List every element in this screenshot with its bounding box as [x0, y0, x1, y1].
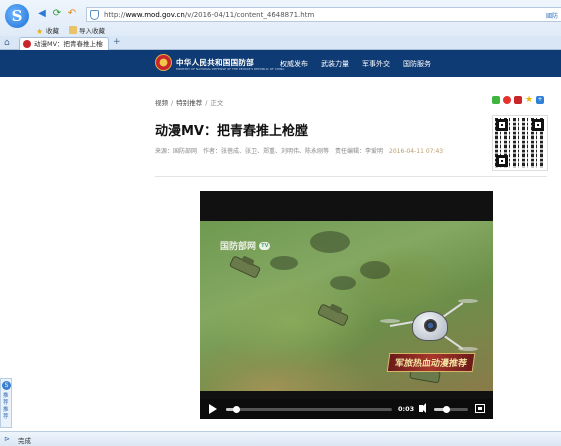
- drone-image: [412, 311, 448, 341]
- more-share-icon[interactable]: +: [536, 96, 544, 104]
- volume-slider[interactable]: [434, 406, 468, 413]
- browser-toolbar: S ◀ ⟳ ↶ http://www.mod.gov.cn/v/2016-04/…: [0, 0, 561, 38]
- favorite-item-collect[interactable]: ★ 收藏: [36, 25, 59, 36]
- progress-handle[interactable]: [232, 406, 240, 413]
- tab-active[interactable]: 动漫MV：把青春推上枪 ×: [19, 37, 109, 50]
- article-author: 作者：张蓓成、张卫、郑重、刘明伟、陈永刚等: [203, 148, 330, 155]
- volume-handle[interactable]: [442, 406, 450, 413]
- browser-logo[interactable]: S: [5, 4, 29, 28]
- time-display: 0:03: [398, 405, 415, 413]
- article-date: 2016-04-11 07:43: [389, 148, 444, 155]
- address-bar[interactable]: http://www.mod.gov.cn/v/2016-04/11/conte…: [86, 7, 561, 22]
- volume-icon[interactable]: [419, 403, 426, 413]
- play-icon[interactable]: [209, 404, 217, 414]
- renren-icon[interactable]: [514, 96, 522, 104]
- breadcrumb: 视频 / 特别推荐 / 正文: [155, 99, 224, 107]
- url-prefix: http://: [104, 11, 126, 19]
- breadcrumb-current: 正文: [210, 99, 224, 107]
- folder-icon: [69, 26, 77, 34]
- article-source: 来源：国防部网: [155, 148, 198, 155]
- drone-rotor: [380, 319, 400, 323]
- shadow-shape: [330, 276, 356, 290]
- favorite-label: 收藏: [46, 27, 59, 35]
- fullscreen-icon[interactable]: [475, 404, 485, 413]
- qr-finder: [496, 119, 508, 131]
- drone-rotor: [458, 347, 478, 351]
- back-icon[interactable]: ◀: [36, 8, 48, 20]
- video-player[interactable]: 国防部网 TV 军旅热血动漫推荐 0:03: [200, 191, 493, 419]
- url-domain: www.mod.gov.cn: [125, 11, 185, 19]
- qzone-icon[interactable]: ★: [525, 96, 533, 105]
- breadcrumb-video[interactable]: 视频: [155, 99, 168, 107]
- new-tab-button[interactable]: +: [113, 37, 121, 47]
- status-bar: ⊳ 完成: [0, 431, 561, 446]
- site-nav: 权威发布 武装力量 军事外交 国防服务: [280, 59, 431, 69]
- player-controls: 0:03: [200, 399, 493, 419]
- tank-image: [316, 303, 350, 327]
- breadcrumb-featured[interactable]: 特别推荐: [176, 99, 202, 107]
- site-subtitle: MINISTRY OF NATIONAL DEFENSE OF THE PEOP…: [176, 67, 285, 71]
- video-frame[interactable]: 国防部网 TV 军旅热血动漫推荐: [200, 221, 493, 391]
- undo-icon[interactable]: ↶: [66, 8, 78, 20]
- sogou-icon: S: [2, 381, 11, 390]
- drone-rotor: [458, 299, 478, 303]
- nav-item-services[interactable]: 国防服务: [403, 59, 431, 69]
- video-caption: 军旅热血动漫推荐: [386, 353, 476, 372]
- video-watermark: 国防部网 TV: [220, 239, 271, 252]
- nav-item-authority[interactable]: 权威发布: [280, 59, 308, 69]
- watermark-badge: TV: [259, 242, 271, 250]
- site-header: 中华人民共和国国防部 MINISTRY OF NATIONAL DEFENSE …: [0, 50, 561, 77]
- side-widget[interactable]: S 推荐 推荐: [0, 378, 12, 428]
- nav-item-diplomacy[interactable]: 军事外交: [362, 59, 390, 69]
- sidebar-toggle-icon[interactable]: ⊳: [4, 435, 10, 443]
- url-path: /v/2016-04/11/content_4648871.htm: [184, 11, 315, 19]
- address-right-text[interactable]: 國防: [546, 11, 558, 20]
- qr-code: [492, 115, 548, 171]
- status-text: 完成: [18, 437, 31, 445]
- qr-finder: [532, 119, 544, 131]
- tab-close-icon[interactable]: ×: [98, 38, 104, 50]
- article-meta: 来源：国防部网 作者：张蓓成、张卫、郑重、刘明伟、陈永刚等 责任编辑：李爱明 2016…: [155, 146, 443, 155]
- shadow-shape: [360, 261, 390, 279]
- weibo-icon[interactable]: [503, 96, 511, 104]
- shield-icon: [90, 10, 99, 20]
- divider: [155, 176, 547, 177]
- watermark-text: 国防部网: [220, 242, 257, 252]
- star-icon: ★: [36, 27, 44, 36]
- share-icons: ★ +: [492, 96, 544, 105]
- tab-title: 动漫MV：把青春推上枪: [34, 40, 103, 48]
- qr-finder: [496, 155, 508, 167]
- article-title: 动漫MV：把青春推上枪膛: [155, 124, 308, 139]
- favorite-item-import[interactable]: 导入收藏: [69, 25, 105, 35]
- article-editor: 责任编辑：李爱明: [335, 148, 384, 155]
- tank-image: [228, 255, 262, 279]
- shadow-shape: [310, 231, 350, 253]
- favorite-label: 导入收藏: [79, 27, 105, 35]
- national-emblem-icon: [155, 54, 172, 71]
- wechat-icon[interactable]: [492, 96, 500, 104]
- favorites-bar: ★ 收藏 导入收藏: [36, 25, 105, 36]
- nav-item-forces[interactable]: 武装力量: [321, 59, 349, 69]
- url-text[interactable]: http://www.mod.gov.cn/v/2016-04/11/conte…: [104, 11, 314, 19]
- tab-strip: ⌂ 动漫MV：把青春推上枪 × +: [0, 36, 561, 50]
- home-icon[interactable]: ⌂: [4, 38, 10, 48]
- progress-bar[interactable]: [226, 406, 392, 413]
- tab-favicon-icon: [23, 40, 31, 48]
- side-widget-text: 推荐 推荐: [3, 393, 9, 420]
- refresh-icon[interactable]: ⟳: [51, 8, 63, 20]
- shadow-shape: [270, 256, 298, 270]
